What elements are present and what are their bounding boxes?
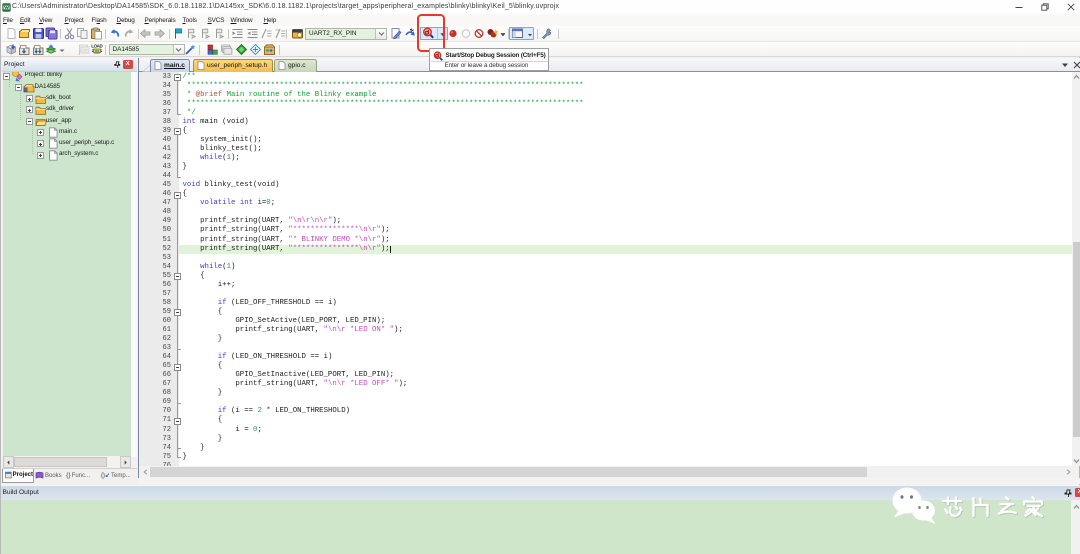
svg-text:LOAD: LOAD bbox=[91, 43, 102, 48]
